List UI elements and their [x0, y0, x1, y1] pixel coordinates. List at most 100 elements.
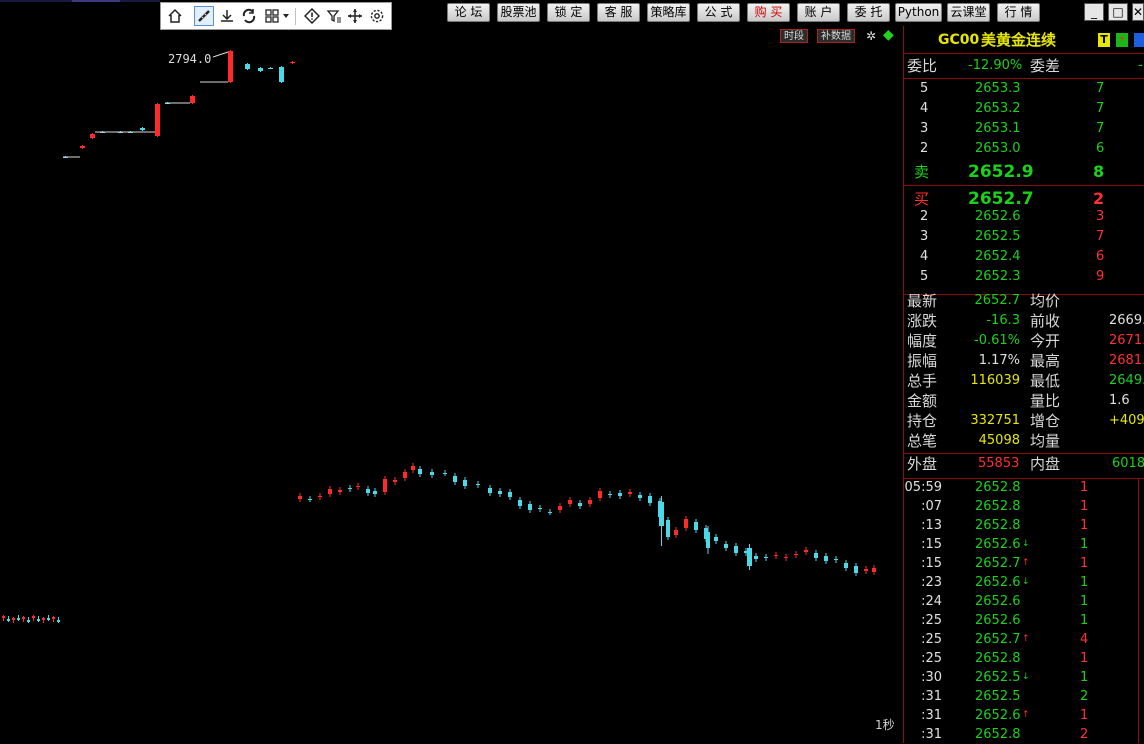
refresh-sync-icon[interactable]: [239, 6, 259, 26]
menu-market-button[interactable]: 行 情: [997, 3, 1040, 22]
ask-level-row[interactable]: 3 2653.1 7: [904, 119, 1144, 139]
diamond-icon[interactable]: ◆: [883, 27, 894, 43]
tick-row[interactable]: :24 2652.6 1: [904, 592, 1144, 611]
stat-label: 总笔: [907, 432, 938, 450]
tick-row[interactable]: :30 2652.5 ↓ 1: [904, 668, 1144, 687]
menu-lock-button[interactable]: 锁 定: [547, 3, 590, 22]
candle: [32, 616, 35, 618]
menu-python-button[interactable]: Python: [895, 3, 942, 22]
candle: [290, 62, 295, 63]
tick-row[interactable]: :23 2652.6 ↓ 1: [904, 573, 1144, 592]
tick-row[interactable]: :07 2652.8 1: [904, 497, 1144, 516]
candle: [488, 488, 492, 493]
candle: [258, 68, 263, 71]
candle: [814, 553, 818, 558]
close-button[interactable]: ✕: [1132, 3, 1144, 21]
bid-level-row[interactable]: 4 2652.4 6: [904, 247, 1144, 267]
tick-row[interactable]: :25 2652.8 1: [904, 649, 1144, 668]
stat-value: 2652.7: [974, 293, 1021, 308]
home-icon[interactable]: [165, 6, 185, 26]
settings-gear-icon[interactable]: [367, 6, 387, 26]
candle: [42, 618, 45, 620]
ask-level-row[interactable]: 5 2653.3 7: [904, 79, 1144, 99]
level-label: 5: [920, 81, 929, 96]
tick-row[interactable]: :15 2652.7 ↑ 1: [904, 554, 1144, 573]
filter-icon[interactable]: [324, 6, 344, 26]
ask-level-row[interactable]: 4 2653.2 7: [904, 99, 1144, 119]
tick-volume: 1: [1080, 556, 1089, 571]
menu-stock-pool-button[interactable]: 股票池: [497, 3, 540, 22]
tick-time: :31: [921, 727, 942, 742]
tick-row[interactable]: :15 2652.6 ↓ 1: [904, 535, 1144, 554]
dropdown-caret-icon[interactable]: [280, 6, 292, 26]
ruler-icon[interactable]: [194, 6, 214, 26]
candle: [245, 64, 250, 69]
drawing-toolbar: [160, 2, 392, 30]
tick-price: 2652.8: [975, 480, 1021, 495]
tick-row[interactable]: :25 2652.7 ↑ 4: [904, 630, 1144, 649]
menu-order-button[interactable]: 委 托: [847, 3, 890, 22]
order-diff-value: -: [1138, 58, 1143, 73]
tick-volume: 1: [1080, 651, 1089, 666]
level-label: 3: [920, 229, 929, 244]
candle: [784, 557, 788, 558]
tick-volume: 1: [1080, 537, 1089, 552]
down-arrow-icon: ↓: [1022, 672, 1030, 682]
candle: [190, 96, 195, 103]
ask-level-row[interactable]: 2 2653.0 6: [904, 139, 1144, 159]
lightning-icon[interactable]: ⚡: [1116, 33, 1128, 47]
stat-label: 金额: [907, 392, 938, 410]
menu-service-button[interactable]: 客 服: [597, 3, 640, 22]
menu-forum-button[interactable]: 论 坛: [447, 3, 490, 22]
move-arrows-icon[interactable]: [345, 6, 365, 26]
candle: [714, 537, 718, 541]
tick-row[interactable]: :13 2652.8 1: [904, 516, 1144, 535]
stat-value: 2649.: [1109, 373, 1144, 388]
fill-data-chip[interactable]: 补数据: [817, 29, 855, 43]
tick-volume: 1: [1080, 480, 1089, 495]
tick-volume: 2: [1080, 727, 1089, 742]
grid-layout-icon[interactable]: [262, 6, 282, 26]
tick-price: 2652.8: [975, 727, 1021, 742]
tick-row[interactable]: 05:59 2652.8 1: [904, 478, 1144, 497]
minimize-button[interactable]: _: [1084, 3, 1104, 21]
tick-price: 2652.5: [975, 670, 1021, 685]
candle: [864, 569, 868, 571]
tick-row[interactable]: :31 2652.8 2: [904, 725, 1144, 744]
bid-level-row[interactable]: 3 2652.5 7: [904, 227, 1144, 247]
maximize-button[interactable]: □: [1108, 3, 1128, 21]
level-volume: 8: [1093, 162, 1105, 181]
level-price: 2653.3: [975, 81, 1021, 96]
t-badge[interactable]: T: [1098, 33, 1110, 47]
gear-icon[interactable]: ✲: [866, 29, 876, 43]
download-icon[interactable]: [217, 6, 237, 26]
active-tab-indicator: [72, 0, 120, 2]
alert-diamond-icon[interactable]: [302, 6, 322, 26]
extra-badge[interactable]: [1134, 33, 1144, 47]
bid-level-row[interactable]: 5 2652.3 9: [904, 267, 1144, 287]
bid-level-row[interactable]: 2 2652.6 3: [904, 207, 1144, 227]
tick-row[interactable]: :31 2652.5 2: [904, 687, 1144, 706]
menu-buy-button[interactable]: 购 买: [747, 3, 790, 22]
candle: [463, 480, 467, 486]
menu-strategy-button[interactable]: 策略库: [647, 3, 690, 22]
menu-formula-button[interactable]: 公 式: [697, 3, 740, 22]
candlestick-chart[interactable]: 2794.0 时段 补数据 ✲ ◆ 1秒: [0, 26, 903, 743]
menu-class-button[interactable]: 云课堂: [947, 3, 990, 22]
tick-price: 2652.6: [975, 537, 1021, 552]
annotation-line: [212, 51, 229, 58]
symbol-name: 美黄金连续: [981, 31, 1057, 49]
candle: [794, 554, 798, 555]
level-volume: 9: [1096, 269, 1105, 284]
chart-canvas: 2794.0: [2, 50, 876, 623]
candle: [724, 544, 728, 548]
candle: [90, 134, 95, 138]
candle: [411, 466, 415, 470]
tick-row[interactable]: :25 2652.6 1: [904, 611, 1144, 630]
ask-level-row[interactable]: 卖 2652.9 8: [904, 159, 1144, 185]
level-volume: 3: [1096, 209, 1105, 224]
tick-row[interactable]: :31 2652.6 ↑ 1: [904, 706, 1144, 725]
period-chip[interactable]: 时段: [780, 29, 808, 43]
menu-account-button[interactable]: 账 户: [797, 3, 840, 22]
level-price: 2652.4: [975, 249, 1021, 264]
